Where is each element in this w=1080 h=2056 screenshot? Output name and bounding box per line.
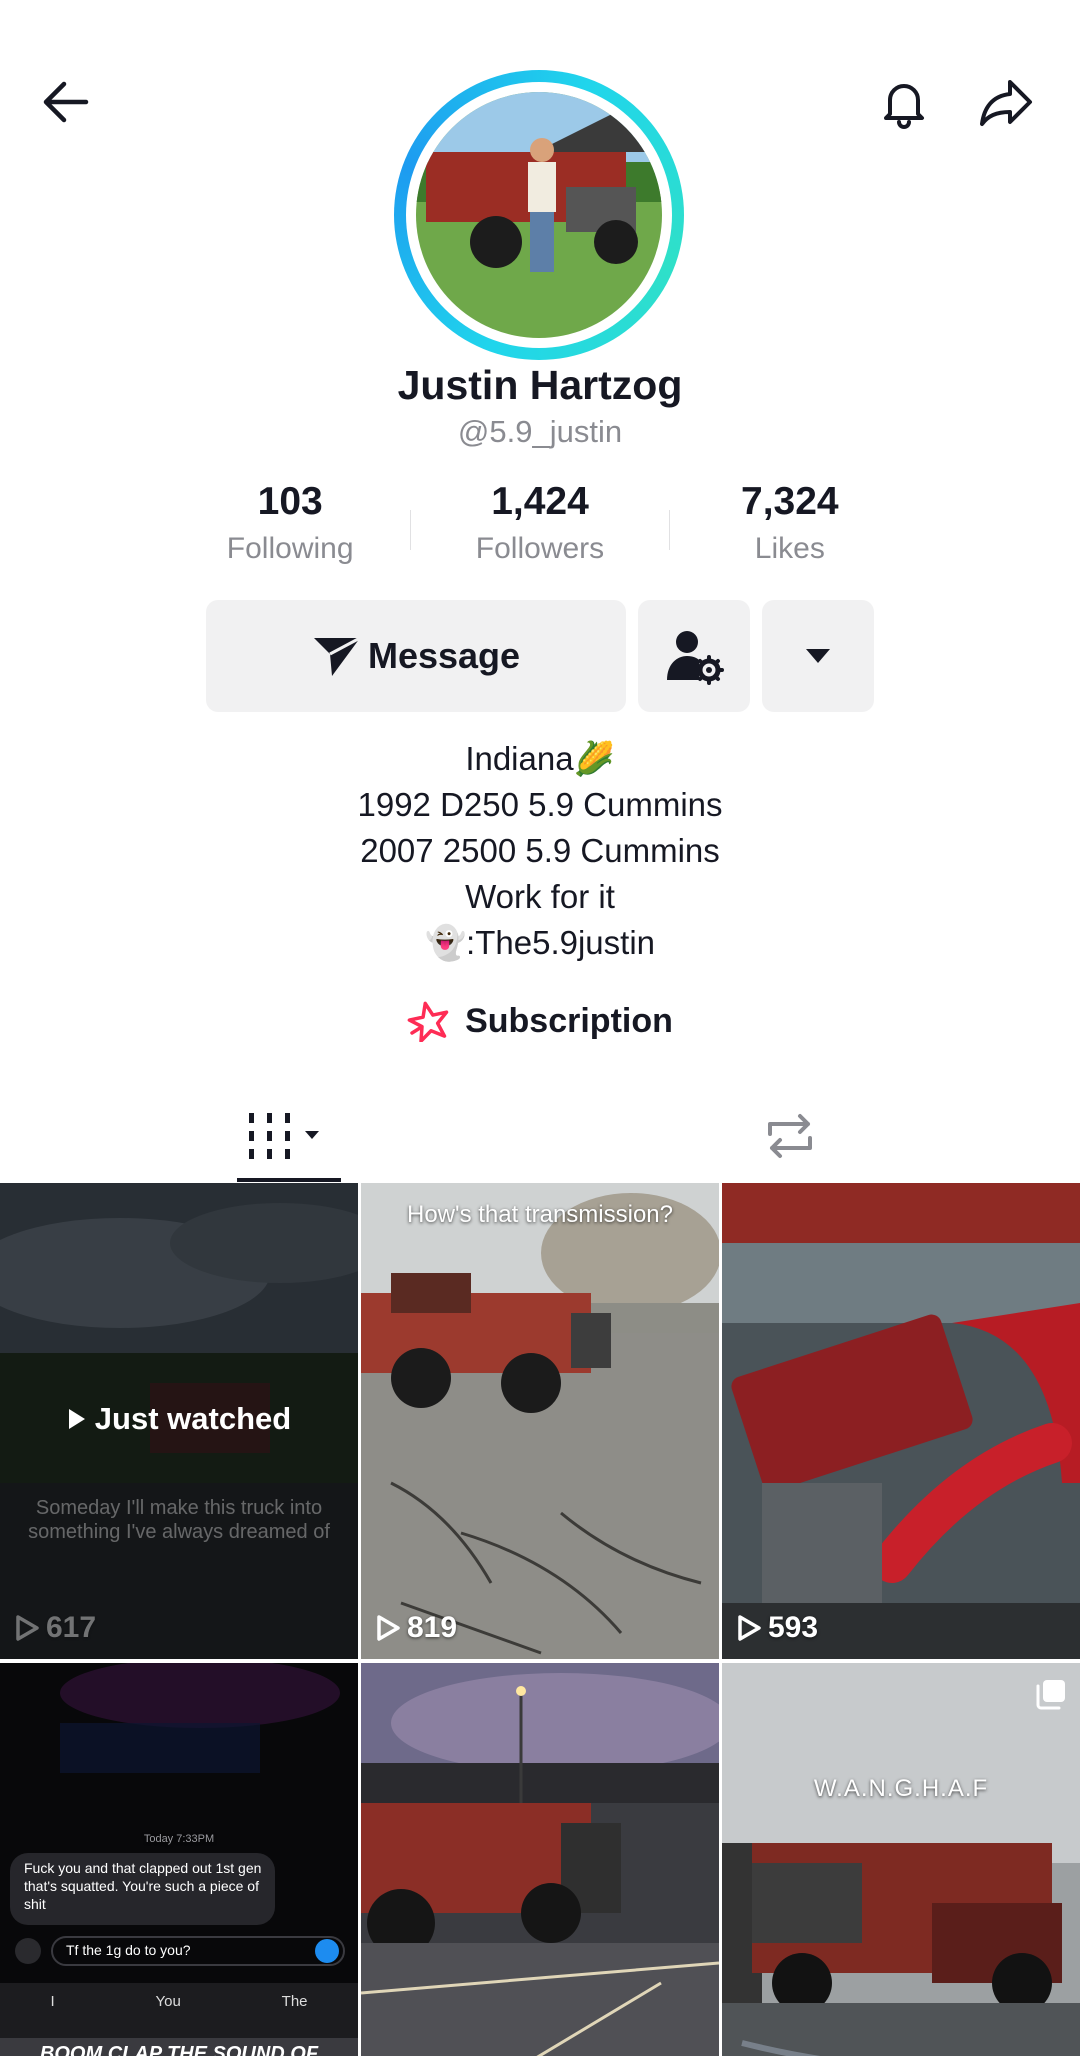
paper-plane-icon bbox=[313, 636, 361, 676]
bio-line: Work for it bbox=[465, 878, 615, 915]
play-icon bbox=[68, 1409, 85, 1429]
stat-value: 1,424 bbox=[491, 480, 589, 523]
active-tab-indicator bbox=[237, 1178, 341, 1182]
tab-videos[interactable] bbox=[236, 1090, 342, 1182]
view-count: 593 bbox=[736, 1611, 818, 1645]
view-count: 617 bbox=[14, 1611, 96, 1645]
avatar-ring[interactable] bbox=[394, 70, 684, 360]
share-arrow-icon bbox=[980, 80, 1032, 126]
view-count-text: 819 bbox=[407, 1611, 458, 1644]
stat-value: 7,324 bbox=[741, 480, 839, 523]
star-icon bbox=[407, 1001, 449, 1042]
play-outline-icon bbox=[738, 1615, 761, 1641]
video-caption: How's that transmission? bbox=[406, 1201, 673, 1228]
notification-button[interactable] bbox=[862, 60, 946, 144]
play-outline-icon bbox=[16, 1615, 39, 1641]
subscription-link[interactable]: Subscription bbox=[0, 1000, 1080, 1042]
video-caption: BOOM CLAP THE SOUND OF bbox=[39, 2043, 319, 2056]
avatar bbox=[416, 92, 662, 338]
bio-line: 2007 2500 5.9 Cummins bbox=[360, 832, 720, 869]
profile-handle: @5.9_justin bbox=[457, 414, 623, 449]
friend-settings-button[interactable] bbox=[638, 600, 750, 712]
bio-line: Indiana🌽 bbox=[465, 740, 615, 777]
stat-following[interactable]: 103 Following bbox=[170, 480, 410, 576]
video-caption: Someday I'll make this truck into someth… bbox=[28, 1497, 330, 1543]
chat-reply: Tf the 1g do to you? bbox=[66, 1942, 191, 1958]
tab-reposts[interactable] bbox=[740, 1090, 840, 1182]
view-count-text: 617 bbox=[46, 1611, 97, 1644]
suggestion: You bbox=[155, 1993, 181, 2010]
play-outline-icon bbox=[377, 1615, 400, 1641]
profile-name: Justin Hartzog bbox=[397, 362, 683, 408]
share-button[interactable] bbox=[964, 60, 1048, 144]
more-dropdown-button[interactable] bbox=[762, 600, 874, 712]
grid-icon bbox=[249, 1113, 319, 1159]
just-watched-label: Just watched bbox=[0, 1401, 358, 1437]
video-caption: W.A.N.G.H.A.F bbox=[813, 1775, 989, 1802]
suggestion: The bbox=[281, 1993, 308, 2010]
video-thumbnail[interactable]: Today 7:33PM Fuck you and that clapped o… bbox=[0, 1663, 358, 2056]
view-count: 819 bbox=[375, 1611, 457, 1645]
bio-line: 👻:The5.9justin bbox=[424, 924, 656, 961]
chat-message: Fuck you and that clapped out 1st gen th… bbox=[24, 1860, 262, 1912]
person-settings-icon bbox=[667, 631, 724, 685]
caret-down-icon bbox=[806, 649, 830, 663]
video-thumbnail[interactable]: Just watched Someday I'll make this truc… bbox=[0, 1183, 358, 1659]
keyboard-suggestions: I You The bbox=[0, 1993, 358, 2010]
stat-value: 103 bbox=[257, 480, 323, 523]
view-count-text: 593 bbox=[768, 1611, 819, 1644]
bell-icon bbox=[884, 84, 924, 129]
content-tabs bbox=[0, 1090, 1080, 1182]
stat-label: Followers bbox=[475, 532, 605, 565]
chat-time: Today 7:33PM bbox=[143, 1833, 215, 1845]
video-thumbnail[interactable] bbox=[361, 1663, 719, 2056]
video-thumbnail[interactable]: How's that transmission? 819 bbox=[361, 1183, 719, 1659]
stat-likes[interactable]: 7,324 Likes bbox=[670, 480, 910, 576]
stats-row: 103 Following 1,424 Followers 7,324 Like… bbox=[170, 480, 910, 576]
subscription-label: Subscription bbox=[465, 1001, 673, 1040]
message-label: Message bbox=[367, 635, 521, 676]
bio-line: 1992 D250 5.9 Cummins bbox=[357, 786, 723, 823]
video-thumbnail[interactable]: W.A.N.G.H.A.F bbox=[722, 1663, 1080, 2056]
bio: Indiana🌽 1992 D250 5.9 Cummins 2007 2500… bbox=[0, 736, 1080, 966]
stat-label: Following bbox=[226, 532, 354, 565]
repost-icon bbox=[768, 1114, 812, 1158]
message-button[interactable]: Message bbox=[206, 600, 626, 712]
multi-photo-icon bbox=[1036, 1680, 1065, 1710]
suggestion: I bbox=[50, 1993, 55, 2010]
back-button[interactable] bbox=[24, 60, 108, 144]
video-thumbnail[interactable]: 593 bbox=[722, 1183, 1080, 1659]
stat-followers[interactable]: 1,424 Followers bbox=[411, 480, 668, 576]
arrow-left-icon bbox=[43, 81, 89, 123]
stat-label: Likes bbox=[754, 532, 825, 565]
just-watched-text: Just watched bbox=[94, 1401, 292, 1436]
